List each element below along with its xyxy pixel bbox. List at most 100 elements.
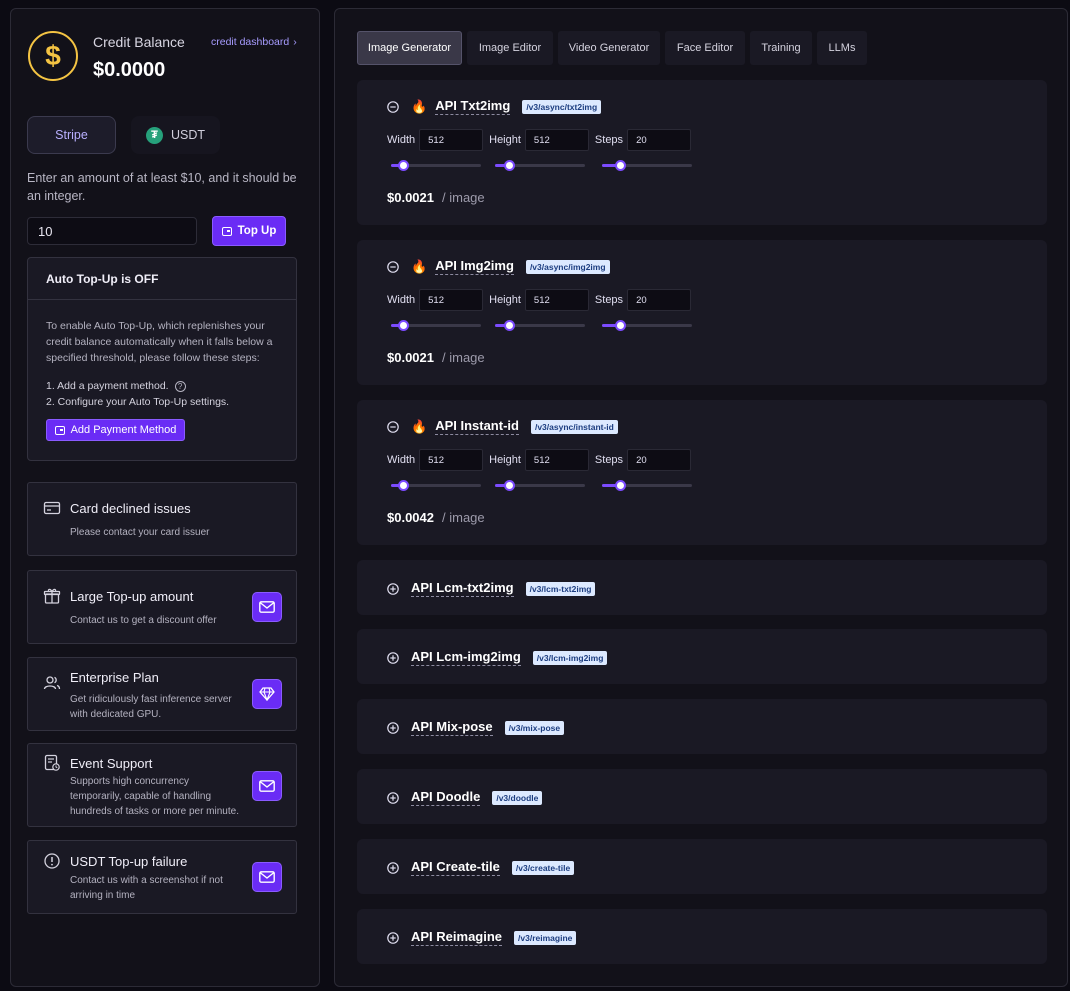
height-slider[interactable] (495, 480, 585, 491)
card-title: Enterprise Plan (70, 670, 159, 685)
contact-mail-button[interactable] (252, 592, 282, 622)
width-input[interactable]: 512 (419, 129, 484, 151)
info-card-large-topup: Large Top-up amount Contact us to get a … (27, 570, 297, 644)
enterprise-diamond-button[interactable] (252, 679, 282, 709)
price-value: $0.0042 (387, 510, 434, 525)
pricing-panel: Image Generator Image Editor Video Gener… (334, 8, 1068, 987)
tab-llms[interactable]: LLMs (817, 31, 867, 65)
api-name-link[interactable]: API Img2img (435, 258, 514, 275)
card-description: Get ridiculously fast inference server w… (70, 694, 232, 720)
slider-thumb[interactable] (503, 160, 515, 171)
billing-panel: $ Credit Balance $0.0000 credit dashboar… (10, 8, 320, 987)
dollar-coin-icon: $ (28, 31, 78, 81)
top-up-button[interactable]: Top Up (212, 216, 286, 246)
steps-input[interactable]: 20 (627, 289, 692, 311)
width-slider[interactable] (391, 160, 481, 171)
mail-icon (259, 601, 275, 613)
credit-balance-value: $0.0000 (93, 59, 166, 81)
api-params: Width 512 Height 512 Steps 20 (387, 449, 692, 471)
api-route-badge: /v3/async/txt2img (522, 99, 602, 114)
api-name-link[interactable]: API Lcm-txt2img (411, 580, 514, 597)
height-input[interactable]: 512 (524, 289, 589, 311)
api-name-link[interactable]: API Lcm-img2img (411, 649, 521, 666)
api-route-badge: /v3/mix-pose (504, 720, 565, 735)
info-card-usdt-failure: USDT Top-up failure Contact us with a sc… (27, 840, 297, 914)
height-slider[interactable] (495, 320, 585, 331)
api-header: API Create-tile/v3/create-tile (387, 859, 575, 876)
api-header: API Lcm-img2img/v3/lcm-img2img (387, 649, 608, 666)
slider-thumb[interactable] (615, 320, 626, 331)
width-input[interactable]: 512 (419, 289, 484, 311)
payment-tab-stripe[interactable]: Stripe (27, 116, 116, 154)
slider-thumb[interactable] (397, 160, 409, 171)
credit-card-icon (43, 501, 61, 515)
expand-plus-icon[interactable] (387, 582, 399, 595)
api-route-badge: /v3/doodle (492, 790, 543, 805)
auto-topup-step-2: 2. Configure your Auto Top-Up settings. (46, 396, 230, 408)
add-payment-method-button[interactable]: Add Payment Method (46, 419, 185, 441)
tab-training[interactable]: Training (750, 31, 812, 65)
api-route-badge: /v3/lcm-img2img (532, 650, 608, 665)
api-name-link[interactable]: API Instant-id (435, 418, 519, 435)
api-card: API Mix-pose/v3/mix-pose (357, 699, 1047, 754)
api-card: 🔥 API Img2img/v3/async/img2img Width 512 Hei… (357, 240, 1047, 385)
price-unit: / image (442, 190, 485, 205)
expand-plus-icon[interactable] (387, 651, 399, 664)
steps-label: Steps (594, 134, 624, 146)
gift-icon (43, 588, 61, 604)
expand-plus-icon[interactable] (387, 861, 399, 874)
fire-icon: 🔥 (411, 258, 428, 274)
fire-icon: 🔥 (411, 98, 428, 114)
contact-mail-button[interactable] (252, 862, 282, 892)
height-label: Height (489, 454, 521, 466)
payment-tab-usdt[interactable]: ₮ USDT (131, 116, 220, 154)
auto-topup-description: To enable Auto Top-Up, which replenishes… (46, 320, 273, 364)
collapse-minus-icon[interactable] (387, 420, 399, 433)
collapse-minus-icon[interactable] (387, 100, 399, 113)
width-input[interactable]: 512 (419, 449, 484, 471)
api-name-link[interactable]: API Create-tile (411, 859, 500, 876)
expand-plus-icon[interactable] (387, 791, 399, 804)
slider-thumb[interactable] (503, 480, 515, 491)
width-label: Width (387, 294, 416, 306)
height-slider[interactable] (495, 160, 585, 171)
help-icon[interactable]: ? (174, 380, 186, 392)
amount-input[interactable] (27, 217, 197, 245)
steps-slider[interactable] (602, 160, 692, 171)
slider-thumb[interactable] (615, 160, 626, 171)
api-card: API Reimagine/v3/reimagine (357, 909, 1047, 964)
slider-thumb[interactable] (503, 320, 515, 331)
width-slider[interactable] (391, 480, 481, 491)
slider-thumb[interactable] (397, 480, 409, 491)
api-header: API Mix-pose/v3/mix-pose (387, 719, 565, 736)
users-icon (43, 676, 61, 690)
alert-circle-icon (44, 853, 60, 869)
tether-icon: ₮ (145, 126, 163, 144)
api-name-link[interactable]: API Mix-pose (411, 719, 493, 736)
contact-mail-button[interactable] (252, 771, 282, 801)
tab-image-editor[interactable]: Image Editor (467, 31, 553, 65)
auto-topup-box: Auto Top-Up is OFF To enable Auto Top-Up… (27, 257, 297, 461)
auto-topup-step-1: 1. Add a payment method. ? (46, 380, 186, 392)
expand-plus-icon[interactable] (387, 721, 399, 734)
steps-slider[interactable] (602, 320, 692, 331)
api-route-badge: /v3/lcm-txt2img (525, 581, 596, 596)
tab-face-editor[interactable]: Face Editor (665, 31, 745, 65)
steps-input[interactable]: 20 (627, 129, 692, 151)
steps-slider[interactable] (602, 480, 692, 491)
height-input[interactable]: 512 (524, 449, 589, 471)
collapse-minus-icon[interactable] (387, 260, 399, 273)
api-name-link[interactable]: API Doodle (411, 789, 481, 806)
api-name-link[interactable]: API Reimagine (411, 929, 503, 946)
tab-image-generator[interactable]: Image Generator (357, 31, 462, 65)
api-name-link[interactable]: API Txt2img (435, 98, 511, 115)
slider-thumb[interactable] (397, 320, 409, 331)
expand-plus-icon[interactable] (387, 931, 399, 944)
height-input[interactable]: 512 (524, 129, 589, 151)
steps-input[interactable]: 20 (627, 449, 692, 471)
tab-video-generator[interactable]: Video Generator (558, 31, 660, 65)
credit-dashboard-link[interactable]: credit dashboard › (211, 36, 297, 48)
fire-icon: 🔥 (411, 418, 428, 434)
slider-thumb[interactable] (615, 480, 626, 491)
width-slider[interactable] (391, 320, 481, 331)
